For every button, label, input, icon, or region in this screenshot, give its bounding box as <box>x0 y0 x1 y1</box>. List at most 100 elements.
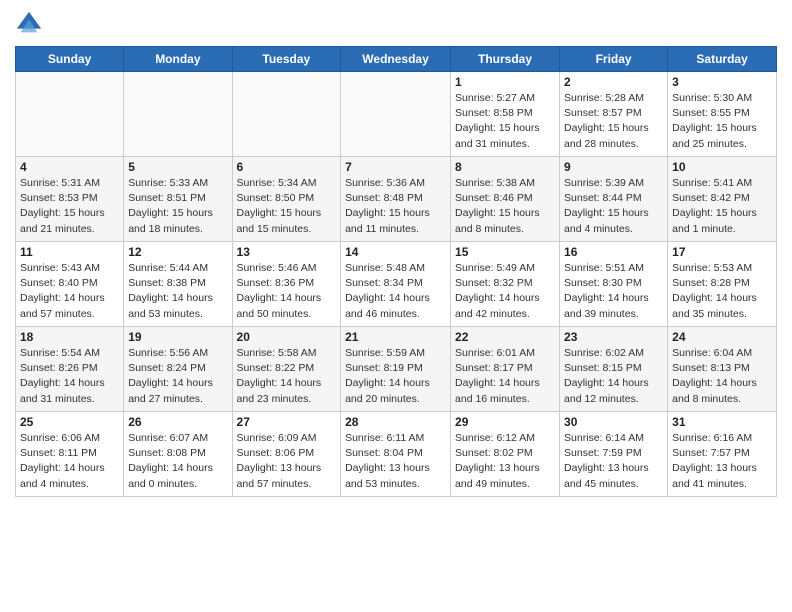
calendar-table: SundayMondayTuesdayWednesdayThursdayFrid… <box>15 46 777 497</box>
calendar-cell: 2 Sunrise: 5:28 AM Sunset: 8:57 PM Daylig… <box>560 72 668 157</box>
day-number: 12 <box>128 245 227 259</box>
day-number: 16 <box>564 245 663 259</box>
calendar-cell: 16 Sunrise: 5:51 AM Sunset: 8:30 PM Dayli… <box>560 242 668 327</box>
day-info: Sunrise: 5:27 AM Sunset: 8:58 PM Dayligh… <box>455 91 555 152</box>
day-number: 13 <box>237 245 337 259</box>
day-number: 27 <box>237 415 337 429</box>
day-info: Sunrise: 5:56 AM Sunset: 8:24 PM Dayligh… <box>128 346 227 407</box>
calendar-cell: 30Sunrise: 6:14 AM Sunset: 7:59 PM Dayli… <box>560 412 668 497</box>
day-info: Sunrise: 5:38 AM Sunset: 8:46 PM Dayligh… <box>455 176 555 237</box>
calendar-cell: 10Sunrise: 5:41 AM Sunset: 8:42 PM Dayli… <box>668 157 777 242</box>
calendar-cell: 23 Sunrise: 6:02 AM Sunset: 8:15 PM Dayli… <box>560 327 668 412</box>
day-number: 11 <box>20 245 119 259</box>
day-number: 28 <box>345 415 446 429</box>
day-number: 9 <box>564 160 663 174</box>
day-header: Sunday <box>16 47 124 72</box>
day-info: Sunrise: 5:44 AM Sunset: 8:38 PM Dayligh… <box>128 261 227 322</box>
day-number: 20 <box>237 330 337 344</box>
calendar-cell <box>341 72 451 157</box>
day-number: 4 <box>20 160 119 174</box>
day-info: Sunrise: 5:28 AM Sunset: 8:57 PM Dayligh… <box>564 91 663 152</box>
day-info: Sunrise: 5:34 AM Sunset: 8:50 PM Dayligh… <box>237 176 337 237</box>
day-number: 5 <box>128 160 227 174</box>
calendar-cell: 28 Sunrise: 6:11 AM Sunset: 8:04 PM Dayli… <box>341 412 451 497</box>
calendar-cell: 14 Sunrise: 5:48 AM Sunset: 8:34 PM Dayli… <box>341 242 451 327</box>
day-number: 18 <box>20 330 119 344</box>
day-info: Sunrise: 5:43 AM Sunset: 8:40 PM Dayligh… <box>20 261 119 322</box>
day-number: 30 <box>564 415 663 429</box>
day-info: Sunrise: 6:07 AM Sunset: 8:08 PM Dayligh… <box>128 431 227 492</box>
calendar-cell: 5 Sunrise: 5:33 AM Sunset: 8:51 PM Daylig… <box>124 157 232 242</box>
day-number: 19 <box>128 330 227 344</box>
calendar-cell: 13 Sunrise: 5:46 AM Sunset: 8:36 PM Dayli… <box>232 242 341 327</box>
calendar-cell: 27Sunrise: 6:09 AM Sunset: 8:06 PM Dayli… <box>232 412 341 497</box>
day-info: Sunrise: 5:58 AM Sunset: 8:22 PM Dayligh… <box>237 346 337 407</box>
day-header: Wednesday <box>341 47 451 72</box>
day-info: Sunrise: 5:46 AM Sunset: 8:36 PM Dayligh… <box>237 261 337 322</box>
day-info: Sunrise: 6:06 AM Sunset: 8:11 PM Dayligh… <box>20 431 119 492</box>
day-info: Sunrise: 5:31 AM Sunset: 8:53 PM Dayligh… <box>20 176 119 237</box>
day-number: 29 <box>455 415 555 429</box>
calendar-cell: 3Sunrise: 5:30 AM Sunset: 8:55 PM Daylig… <box>668 72 777 157</box>
day-info: Sunrise: 5:53 AM Sunset: 8:28 PM Dayligh… <box>672 261 772 322</box>
calendar-week-row: 25 Sunrise: 6:06 AM Sunset: 8:11 PM Dayli… <box>16 412 777 497</box>
day-number: 25 <box>20 415 119 429</box>
calendar-cell: 31 Sunrise: 6:16 AM Sunset: 7:57 PM Dayli… <box>668 412 777 497</box>
day-info: Sunrise: 5:54 AM Sunset: 8:26 PM Dayligh… <box>20 346 119 407</box>
day-header: Friday <box>560 47 668 72</box>
day-header: Saturday <box>668 47 777 72</box>
day-header: Thursday <box>451 47 560 72</box>
calendar-cell: 11 Sunrise: 5:43 AM Sunset: 8:40 PM Dayli… <box>16 242 124 327</box>
calendar-cell: 1Sunrise: 5:27 AM Sunset: 8:58 PM Daylig… <box>451 72 560 157</box>
calendar-week-row: 18 Sunrise: 5:54 AM Sunset: 8:26 PM Dayli… <box>16 327 777 412</box>
day-number: 8 <box>455 160 555 174</box>
day-info: Sunrise: 5:49 AM Sunset: 8:32 PM Dayligh… <box>455 261 555 322</box>
day-number: 15 <box>455 245 555 259</box>
calendar-cell: 18 Sunrise: 5:54 AM Sunset: 8:26 PM Dayli… <box>16 327 124 412</box>
calendar-cell: 17 Sunrise: 5:53 AM Sunset: 8:28 PM Dayli… <box>668 242 777 327</box>
day-header: Tuesday <box>232 47 341 72</box>
calendar-body: 1Sunrise: 5:27 AM Sunset: 8:58 PM Daylig… <box>16 72 777 497</box>
calendar-cell: 6 Sunrise: 5:34 AM Sunset: 8:50 PM Daylig… <box>232 157 341 242</box>
calendar-cell <box>16 72 124 157</box>
calendar-cell: 8 Sunrise: 5:38 AM Sunset: 8:46 PM Daylig… <box>451 157 560 242</box>
day-info: Sunrise: 5:48 AM Sunset: 8:34 PM Dayligh… <box>345 261 446 322</box>
calendar-cell: 19 Sunrise: 5:56 AM Sunset: 8:24 PM Dayli… <box>124 327 232 412</box>
calendar-cell: 4 Sunrise: 5:31 AM Sunset: 8:53 PM Daylig… <box>16 157 124 242</box>
day-number: 2 <box>564 75 663 89</box>
calendar-cell: 9 Sunrise: 5:39 AM Sunset: 8:44 PM Daylig… <box>560 157 668 242</box>
day-number: 17 <box>672 245 772 259</box>
day-info: Sunrise: 5:36 AM Sunset: 8:48 PM Dayligh… <box>345 176 446 237</box>
day-info: Sunrise: 6:12 AM Sunset: 8:02 PM Dayligh… <box>455 431 555 492</box>
day-number: 14 <box>345 245 446 259</box>
day-number: 22 <box>455 330 555 344</box>
calendar-cell: 12 Sunrise: 5:44 AM Sunset: 8:38 PM Dayli… <box>124 242 232 327</box>
calendar-cell: 21 Sunrise: 5:59 AM Sunset: 8:19 PM Dayli… <box>341 327 451 412</box>
calendar-cell: 22Sunrise: 6:01 AM Sunset: 8:17 PM Dayli… <box>451 327 560 412</box>
day-info: Sunrise: 5:39 AM Sunset: 8:44 PM Dayligh… <box>564 176 663 237</box>
day-number: 10 <box>672 160 772 174</box>
day-info: Sunrise: 5:30 AM Sunset: 8:55 PM Dayligh… <box>672 91 772 152</box>
day-info: Sunrise: 6:02 AM Sunset: 8:15 PM Dayligh… <box>564 346 663 407</box>
calendar-week-row: 11 Sunrise: 5:43 AM Sunset: 8:40 PM Dayli… <box>16 242 777 327</box>
day-number: 6 <box>237 160 337 174</box>
day-number: 31 <box>672 415 772 429</box>
day-number: 7 <box>345 160 446 174</box>
calendar-cell: 7 Sunrise: 5:36 AM Sunset: 8:48 PM Daylig… <box>341 157 451 242</box>
day-info: Sunrise: 5:59 AM Sunset: 8:19 PM Dayligh… <box>345 346 446 407</box>
day-info: Sunrise: 6:04 AM Sunset: 8:13 PM Dayligh… <box>672 346 772 407</box>
day-info: Sunrise: 5:51 AM Sunset: 8:30 PM Dayligh… <box>564 261 663 322</box>
logo-icon <box>15 10 43 38</box>
calendar-week-row: 1Sunrise: 5:27 AM Sunset: 8:58 PM Daylig… <box>16 72 777 157</box>
day-number: 26 <box>128 415 227 429</box>
calendar-cell <box>232 72 341 157</box>
day-info: Sunrise: 6:16 AM Sunset: 7:57 PM Dayligh… <box>672 431 772 492</box>
day-header: Monday <box>124 47 232 72</box>
day-number: 24 <box>672 330 772 344</box>
day-number: 23 <box>564 330 663 344</box>
calendar-cell: 25 Sunrise: 6:06 AM Sunset: 8:11 PM Dayli… <box>16 412 124 497</box>
day-info: Sunrise: 6:11 AM Sunset: 8:04 PM Dayligh… <box>345 431 446 492</box>
day-number: 21 <box>345 330 446 344</box>
day-info: Sunrise: 5:33 AM Sunset: 8:51 PM Dayligh… <box>128 176 227 237</box>
calendar-week-row: 4 Sunrise: 5:31 AM Sunset: 8:53 PM Daylig… <box>16 157 777 242</box>
